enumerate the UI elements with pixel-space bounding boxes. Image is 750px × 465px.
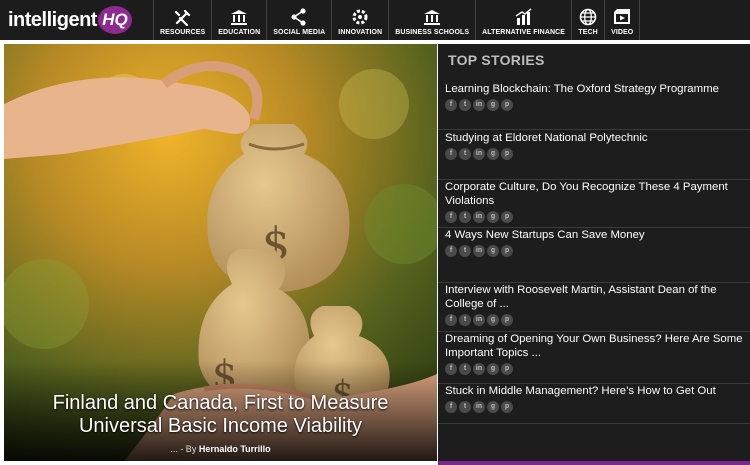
twitter-icon[interactable]: t bbox=[459, 245, 471, 257]
nav-item-business-schools[interactable]: BUSINESS SCHOOLS bbox=[389, 0, 477, 40]
story-item[interactable]: Stuck in Middle Management? Here’s How t… bbox=[438, 384, 750, 424]
nav-item-education[interactable]: EDUCATION bbox=[212, 0, 268, 40]
nav-item-social-media[interactable]: SOCIAL MEDIA bbox=[267, 0, 333, 40]
nav-label: VIDEO bbox=[611, 29, 634, 36]
nav-label: INNOVATION bbox=[338, 29, 383, 36]
story-item[interactable]: 4 Ways New Startups Can Save Money f t in g p bbox=[438, 228, 750, 283]
share-buttons: f t in g p bbox=[445, 148, 743, 160]
google-plus-icon[interactable]: g bbox=[487, 99, 499, 111]
title-line: Finland and Canada, First to Measure bbox=[52, 392, 389, 414]
share-icon bbox=[291, 8, 306, 26]
top-stories-heading: TOP STORIES bbox=[448, 52, 545, 68]
story-title[interactable]: Learning Blockchain: The Oxford Strategy… bbox=[445, 82, 743, 96]
twitter-icon[interactable]: t bbox=[459, 99, 471, 111]
author-link[interactable]: Hernaldo Turrillo bbox=[199, 444, 271, 454]
pinterest-icon[interactable]: p bbox=[501, 245, 513, 257]
facebook-icon[interactable]: f bbox=[445, 99, 457, 111]
twitter-icon[interactable]: t bbox=[459, 148, 471, 160]
linkedin-icon[interactable]: in bbox=[473, 401, 485, 413]
institution-icon bbox=[424, 10, 441, 25]
tools-icon bbox=[174, 9, 190, 26]
institution-icon bbox=[231, 10, 248, 25]
pinterest-icon[interactable]: p bbox=[501, 99, 513, 111]
google-plus-icon[interactable]: g bbox=[487, 314, 499, 326]
top-navigation: intelligent HQ RESOURCES EDUCATION SOCIA… bbox=[0, 0, 750, 40]
facebook-icon[interactable]: f bbox=[445, 314, 457, 326]
nav-label: BUSINESS SCHOOLS bbox=[395, 29, 470, 36]
story-title[interactable]: Interview with Roosevelt Martin, Assista… bbox=[445, 283, 743, 311]
google-plus-icon[interactable]: g bbox=[487, 148, 499, 160]
share-buttons: f t in g p bbox=[445, 99, 743, 111]
story-title[interactable]: Corporate Culture, Do You Recognize Thes… bbox=[445, 180, 743, 208]
share-buttons: f t in g p bbox=[445, 401, 743, 413]
twitter-icon[interactable]: t bbox=[459, 401, 471, 413]
nav-label: TECH bbox=[578, 29, 598, 36]
story-title[interactable]: Stuck in Middle Management? Here’s How t… bbox=[445, 384, 743, 398]
pinterest-icon[interactable]: p bbox=[501, 363, 513, 375]
nav-item-video[interactable]: VIDEO bbox=[605, 0, 641, 40]
featured-article-byline: ... - By Hernaldo Turrillo bbox=[4, 444, 437, 454]
pinterest-icon[interactable]: p bbox=[501, 401, 513, 413]
site-logo[interactable]: intelligent HQ bbox=[8, 6, 132, 34]
story-item[interactable]: Studying at Eldoret National Polytechnic… bbox=[438, 131, 750, 180]
featured-article[interactable]: $ $ $ Finland and Canada, First to Measu… bbox=[4, 44, 437, 461]
twitter-icon[interactable]: t bbox=[459, 211, 471, 223]
accent-bar bbox=[438, 461, 750, 465]
nav-label: ALTERNATIVE FINANCE bbox=[482, 29, 566, 36]
facebook-icon[interactable]: f bbox=[445, 363, 457, 375]
story-item[interactable]: Interview with Roosevelt Martin, Assista… bbox=[438, 283, 750, 332]
story-title[interactable]: Studying at Eldoret National Polytechnic bbox=[445, 131, 743, 145]
facebook-icon[interactable]: f bbox=[445, 401, 457, 413]
linkedin-icon[interactable]: in bbox=[473, 363, 485, 375]
share-buttons: f t in g p bbox=[445, 211, 743, 223]
globe-icon bbox=[579, 8, 597, 26]
byline-prefix: ... - By bbox=[170, 444, 197, 454]
pinterest-icon[interactable]: p bbox=[501, 211, 513, 223]
share-buttons: f t in g p bbox=[445, 314, 743, 326]
facebook-icon[interactable]: f bbox=[445, 245, 457, 257]
nav-menu: RESOURCES EDUCATION SOCIAL MEDIA INNOVAT… bbox=[153, 0, 641, 40]
story-title[interactable]: Dreaming of Opening Your Own Business? H… bbox=[445, 332, 743, 360]
linkedin-icon[interactable]: in bbox=[473, 211, 485, 223]
nav-item-alternative-finance[interactable]: ALTERNATIVE FINANCE bbox=[476, 0, 573, 40]
pinterest-icon[interactable]: p bbox=[501, 148, 513, 160]
google-plus-icon[interactable]: g bbox=[487, 245, 499, 257]
story-title[interactable]: 4 Ways New Startups Can Save Money bbox=[445, 228, 743, 242]
google-plus-icon[interactable]: g bbox=[487, 401, 499, 413]
logo-badge: HQ bbox=[97, 6, 132, 34]
linkedin-icon[interactable]: in bbox=[473, 99, 485, 111]
story-item[interactable]: Dreaming of Opening Your Own Business? H… bbox=[438, 332, 750, 384]
linkedin-icon[interactable]: in bbox=[473, 148, 485, 160]
featured-article-title[interactable]: Finland and Canada, First to Measure Uni… bbox=[4, 392, 437, 438]
story-item[interactable]: Learning Blockchain: The Oxford Strategy… bbox=[438, 82, 750, 130]
story-item[interactable]: Corporate Culture, Do You Recognize Thes… bbox=[438, 180, 750, 228]
linkedin-icon[interactable]: in bbox=[473, 245, 485, 257]
pinterest-icon[interactable]: p bbox=[501, 314, 513, 326]
chart-icon bbox=[515, 8, 532, 25]
nav-label: RESOURCES bbox=[160, 29, 206, 36]
facebook-icon[interactable]: f bbox=[445, 148, 457, 160]
nav-item-innovation[interactable]: INNOVATION bbox=[332, 0, 390, 40]
google-plus-icon[interactable]: g bbox=[487, 211, 499, 223]
twitter-icon[interactable]: t bbox=[459, 363, 471, 375]
share-buttons: f t in g p bbox=[445, 363, 743, 375]
top-stories-panel: TOP STORIES Learning Blockchain: The Oxf… bbox=[438, 44, 750, 465]
twitter-icon[interactable]: t bbox=[459, 314, 471, 326]
nav-item-tech[interactable]: TECH bbox=[572, 0, 606, 40]
google-plus-icon[interactable]: g bbox=[487, 363, 499, 375]
facebook-icon[interactable]: f bbox=[445, 211, 457, 223]
linkedin-icon[interactable]: in bbox=[473, 314, 485, 326]
title-line: Universal Basic Income Viability bbox=[78, 415, 363, 437]
nav-item-resources[interactable]: RESOURCES bbox=[153, 0, 213, 40]
nav-label: SOCIAL MEDIA bbox=[273, 29, 326, 36]
logo-text: intelligent bbox=[8, 8, 97, 31]
gear-icon bbox=[352, 9, 368, 25]
share-buttons: f t in g p bbox=[445, 245, 743, 257]
nav-label: EDUCATION bbox=[218, 29, 261, 36]
film-icon bbox=[614, 9, 631, 24]
